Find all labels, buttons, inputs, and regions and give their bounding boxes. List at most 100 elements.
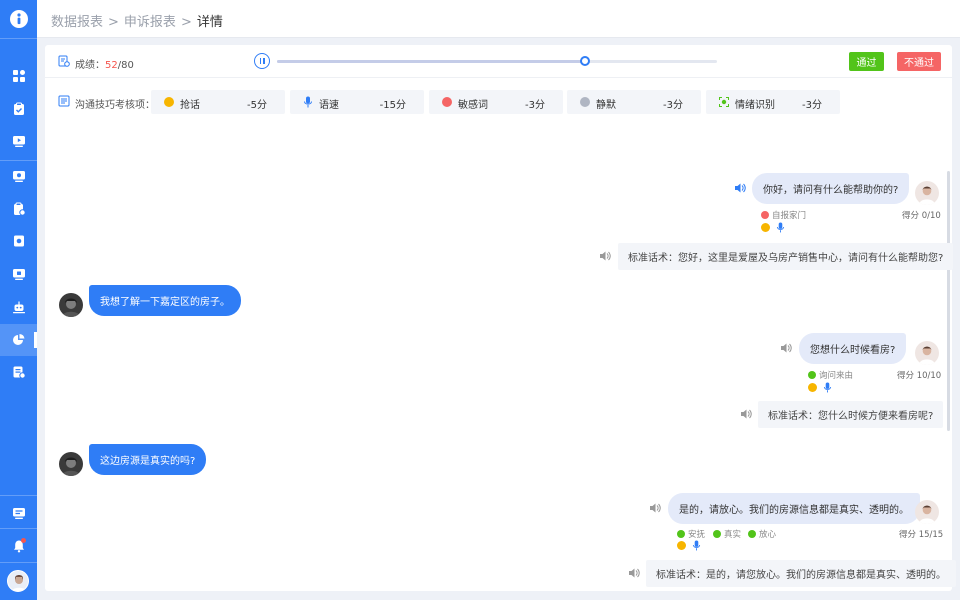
skill-score: -5分 [247, 100, 267, 111]
tag-text: 安抚 [688, 530, 706, 540]
interrupt-indicator-icon [761, 223, 770, 232]
tag-text: 放心 [759, 530, 777, 540]
dashboard-icon [12, 70, 25, 82]
interrupt-icon [164, 97, 174, 107]
message-score: 得分 15/15 [899, 530, 944, 540]
interrupt-indicator-icon [677, 541, 686, 550]
sidebar-item-dashboard[interactable] [0, 60, 37, 92]
hit-tag: 询问来由 [808, 369, 853, 381]
message-score: 得分 0/10 [902, 211, 941, 221]
hit-tag: 安抚 [677, 528, 705, 540]
skill-score: -3分 [525, 100, 545, 111]
header: 数据报表 > 申诉报表 > 详情 [37, 0, 960, 38]
pass-button[interactable]: 通过 [849, 52, 884, 71]
tag-text: 询问来由 [819, 371, 854, 381]
skill-chip-emotion[interactable]: 情绪识别 -3分 [706, 90, 840, 114]
speaker-icon[interactable] [649, 502, 661, 514]
user-avatar[interactable] [7, 570, 29, 592]
pause-icon [259, 58, 261, 64]
sidebar-divider [0, 495, 37, 496]
skill-score: -3分 [802, 100, 822, 111]
score-bar: 成绩：52/80 通过 不通过 [45, 45, 952, 78]
sidebar-item-desktop[interactable] [0, 497, 37, 529]
standard-script: 标准话术：您好，这里是爱屋及乌房产销售中心，请问有什么能帮助您? [618, 243, 954, 270]
tag-text: 真实 [724, 530, 742, 540]
message-indicators [761, 222, 785, 233]
monitor-play-icon [12, 136, 25, 147]
standard-script: 标准话术：是的，请您放心。我们的房源信息都是真实、透明的。 [646, 560, 956, 587]
breadcrumb-current: 详情 [196, 15, 223, 30]
skill-name: 敏感词 [458, 100, 488, 111]
skill-name: 语速 [319, 100, 339, 111]
sidebar-item-tasks[interactable] [0, 93, 37, 125]
assessment-icon [58, 95, 70, 107]
emotion-icon [719, 97, 729, 107]
mic-indicator-icon [823, 382, 832, 393]
sidebar-item-robot[interactable] [0, 291, 37, 323]
agent-message: 你好，请问有什么能帮助你的? [752, 173, 910, 204]
silence-icon [580, 97, 590, 107]
pass-tag-icon [677, 530, 685, 538]
breadcrumb: 数据报表 > 申诉报表 > 详情 [51, 11, 223, 30]
score-current: 52 [105, 60, 118, 71]
skill-chip-sensitive[interactable]: 敏感词 -3分 [429, 90, 563, 114]
agent-avatar [915, 500, 939, 524]
sidebar-item-review[interactable] [0, 193, 37, 225]
agent-message: 是的，请放心。我们的房源信息都是真实、透明的。 [668, 493, 920, 524]
speaker-icon[interactable] [734, 182, 746, 194]
audio-progress-bar[interactable] [277, 56, 717, 66]
speaker-icon[interactable] [628, 567, 640, 579]
robot-icon [12, 301, 25, 314]
skill-chip-interrupt[interactable]: 抢话 -5分 [151, 90, 285, 114]
hit-tag: 自报家门 [761, 209, 806, 221]
speaker-icon[interactable] [780, 342, 792, 354]
agent-avatar [915, 181, 939, 205]
pause-icon-bar [263, 58, 265, 64]
fail-button[interactable]: 不通过 [897, 52, 941, 71]
skill-name: 静默 [596, 100, 616, 111]
scrollbar[interactable] [947, 171, 950, 431]
sidebar-item-monitor[interactable] [0, 258, 37, 290]
skill-assessment-label: 沟通技巧考核项： [75, 100, 155, 111]
breadcrumb-item[interactable]: 数据报表 [51, 15, 103, 30]
score-text: 成绩：52/80 [75, 56, 134, 71]
clipboard-icon [13, 102, 24, 115]
mic-icon [304, 96, 312, 108]
speaker-icon[interactable] [599, 250, 611, 262]
monitor-icon [12, 269, 25, 280]
info-logo-icon [9, 10, 28, 28]
customer-message: 我想了解一下嘉定区的房子。 [89, 285, 241, 316]
skill-chip-speed[interactable]: 语速 -15分 [290, 90, 424, 114]
fail-tag-icon [761, 211, 769, 219]
skill-score: -3分 [663, 100, 683, 111]
pause-button[interactable] [254, 53, 270, 69]
audio-progress-handle[interactable] [580, 56, 590, 66]
interrupt-indicator-icon [808, 383, 817, 392]
sidebar-item-screen[interactable] [0, 160, 37, 192]
speaker-icon[interactable] [740, 408, 752, 420]
sidebar-item-records[interactable] [0, 225, 37, 257]
pass-tag-icon [808, 371, 816, 379]
breadcrumb-item[interactable]: 申诉报表 [124, 15, 176, 30]
breadcrumb-separator: > [180, 15, 192, 30]
notifications-button[interactable] [0, 530, 37, 562]
skill-name: 情绪识别 [735, 100, 775, 111]
customer-avatar [59, 452, 83, 476]
skill-chip-silence[interactable]: 静默 -3分 [567, 90, 701, 114]
pie-chart-icon [12, 333, 24, 345]
sidebar-divider [0, 38, 37, 39]
review-clipboard-icon [13, 202, 26, 216]
message-indicators [808, 382, 832, 393]
screen-icon [12, 171, 25, 182]
message-score: 得分 10/10 [897, 371, 942, 381]
sidebar-item-reports[interactable] [0, 324, 37, 356]
desktop-icon [12, 508, 25, 519]
conversation: 你好，请问有什么能帮助你的? 自报家门 得分 0/10 标准话术：您好，这里是爱… [45, 123, 956, 591]
app-logo[interactable] [0, 0, 37, 38]
hit-tag: 放心 [748, 528, 776, 540]
sidebar-item-video[interactable] [0, 125, 37, 157]
score-icon [58, 55, 70, 67]
agent-message: 您想什么时候看房? [799, 333, 907, 364]
sidebar-item-settings-report[interactable] [0, 356, 37, 388]
mic-indicator-icon [776, 222, 785, 233]
